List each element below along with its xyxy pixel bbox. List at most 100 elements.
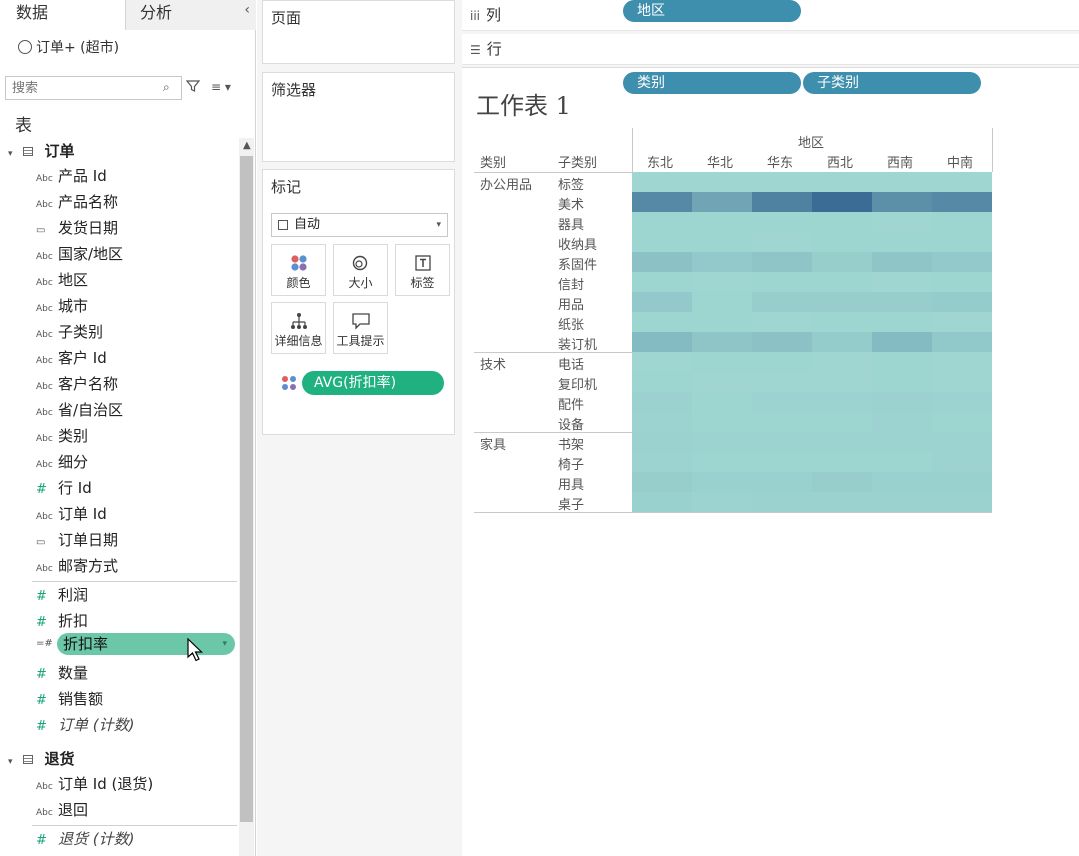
field-item[interactable]: Abc 邮寄方式 [36,554,118,578]
heatmap-cell[interactable] [752,452,812,472]
heatmap-cell[interactable] [812,232,872,252]
dragged-field-pill[interactable]: 折扣率 ▾ [57,633,235,655]
heatmap-cell[interactable] [932,412,992,432]
field-item[interactable]: Abc 客户 Id [36,346,107,370]
heatmap-cell[interactable] [752,212,812,232]
field-item[interactable]: # 订单 (计数) [36,713,134,737]
heatmap-cell[interactable] [812,452,872,472]
heatmap-cell[interactable] [872,332,932,352]
heatmap-cell[interactable] [932,492,992,512]
pill-region[interactable]: 地区 [623,0,801,22]
heatmap-view[interactable]: 地区 类别 子类别 东北 华北 华东 西北 西南 中南 办公用品 标签 美术 器具 收纳具 系固件 信封 用品纸… [462,128,1079,856]
heatmap-cell[interactable] [932,472,992,492]
heatmap-cell[interactable] [752,272,812,292]
heatmap-cell[interactable] [932,372,992,392]
heatmap-cell[interactable] [812,312,872,332]
heatmap-cell[interactable] [872,292,932,312]
pill-subcategory[interactable]: 子类别 [803,72,981,94]
heatmap-cell[interactable] [632,292,692,312]
heatmap-cell[interactable] [692,412,752,432]
heatmap-cell[interactable] [932,272,992,292]
heatmap-cell[interactable] [692,332,752,352]
heatmap-cell[interactable] [752,292,812,312]
heatmap-cell[interactable] [692,292,752,312]
field-item[interactable]: ▭ 发货日期 [36,216,118,240]
collapse-caret-icon[interactable]: ▾ [8,149,13,159]
heatmap-cell[interactable] [872,312,932,332]
view-options-icon[interactable]: ≡ ▾ [211,80,231,94]
detail-button[interactable]: 详细信息 [271,302,326,354]
heatmap-cell[interactable] [932,212,992,232]
heatmap-cell[interactable] [692,432,752,452]
heatmap-cell[interactable] [752,472,812,492]
heatmap-cell[interactable] [872,232,932,252]
heatmap-cell[interactable] [632,372,692,392]
tab-analysis[interactable]: 分析 [125,0,256,30]
table-section-orders[interactable]: ▾ 订单 [8,140,75,162]
heatmap-cell[interactable] [932,392,992,412]
heatmap-cell[interactable] [872,272,932,292]
heatmap-cell[interactable] [632,332,692,352]
datasource-name[interactable]: 订单+ (超市) [18,37,119,57]
heatmap-cell[interactable] [632,432,692,452]
heatmap-cell[interactable] [812,472,872,492]
tooltip-button[interactable]: 工具提示 [333,302,388,354]
size-button[interactable]: 大小 [333,244,388,296]
filter-icon[interactable] [186,79,200,93]
field-item[interactable]: # 利润 [36,583,88,607]
heatmap-cell[interactable] [812,492,872,512]
heatmap-cell[interactable] [932,452,992,472]
heatmap-cell[interactable] [932,292,992,312]
rows-shelf[interactable]: ☰ 行 类别 子类别 [462,34,1079,94]
heatmap-cell[interactable] [632,272,692,292]
heatmap-cell[interactable] [692,312,752,332]
scrollbar-thumb[interactable] [240,156,253,822]
field-item[interactable]: Abc 退回 [36,798,88,822]
heatmap-cell[interactable] [692,272,752,292]
heatmap-cell[interactable] [872,352,932,372]
heatmap-cell[interactable] [872,212,932,232]
heatmap-cell[interactable] [932,252,992,272]
columns-shelf[interactable]: iii 列 地区 [462,0,1079,31]
heatmap-cell[interactable] [812,352,872,372]
heatmap-cell[interactable] [632,412,692,432]
field-item[interactable]: Abc 客户名称 [36,372,118,396]
heatmap-cell[interactable] [872,372,932,392]
field-item[interactable]: Abc 订单 Id [36,502,107,526]
heatmap-cell[interactable] [692,212,752,232]
heatmap-cell[interactable] [872,452,932,472]
heatmap-cell[interactable] [752,192,812,212]
search-input[interactable] [5,76,182,100]
heatmap-cell[interactable] [812,192,872,212]
field-item[interactable]: Abc 省/自治区 [36,398,123,422]
heatmap-cell[interactable] [812,272,872,292]
field-item[interactable]: Abc 国家/地区 [36,242,123,266]
heatmap-cell[interactable] [932,172,992,192]
field-item[interactable]: Abc 城市 [36,294,88,318]
heatmap-cell[interactable] [932,232,992,252]
field-item[interactable]: # 退货 (计数) [36,827,134,851]
heatmap-cell[interactable] [692,192,752,212]
field-item[interactable]: Abc 细分 [36,450,88,474]
heatmap-cell[interactable] [632,232,692,252]
heatmap-cell[interactable] [812,412,872,432]
tab-data[interactable]: 数据 [0,0,125,30]
field-item[interactable]: # 销售额 [36,687,103,711]
heatmap-cell[interactable] [632,472,692,492]
heatmap-cell[interactable] [872,492,932,512]
heatmap-cell[interactable] [752,412,812,432]
heatmap-cell[interactable] [752,252,812,272]
collapse-pane-icon[interactable]: ‹ [244,2,250,18]
heatmap-cell[interactable] [632,172,692,192]
heatmap-cell[interactable] [812,432,872,452]
heatmap-cell[interactable] [812,252,872,272]
heatmap-cell[interactable] [932,192,992,212]
heatmap-cell[interactable] [692,472,752,492]
heatmap-cell[interactable] [632,492,692,512]
table-section-returns[interactable]: ▾ 退货 [8,748,75,770]
heatmap-cell[interactable] [872,252,932,272]
heatmap-cell[interactable] [692,452,752,472]
field-item[interactable]: Abc 地区 [36,268,88,292]
heatmap-cell[interactable] [752,172,812,192]
search-icon[interactable]: ⌕ [163,80,170,95]
